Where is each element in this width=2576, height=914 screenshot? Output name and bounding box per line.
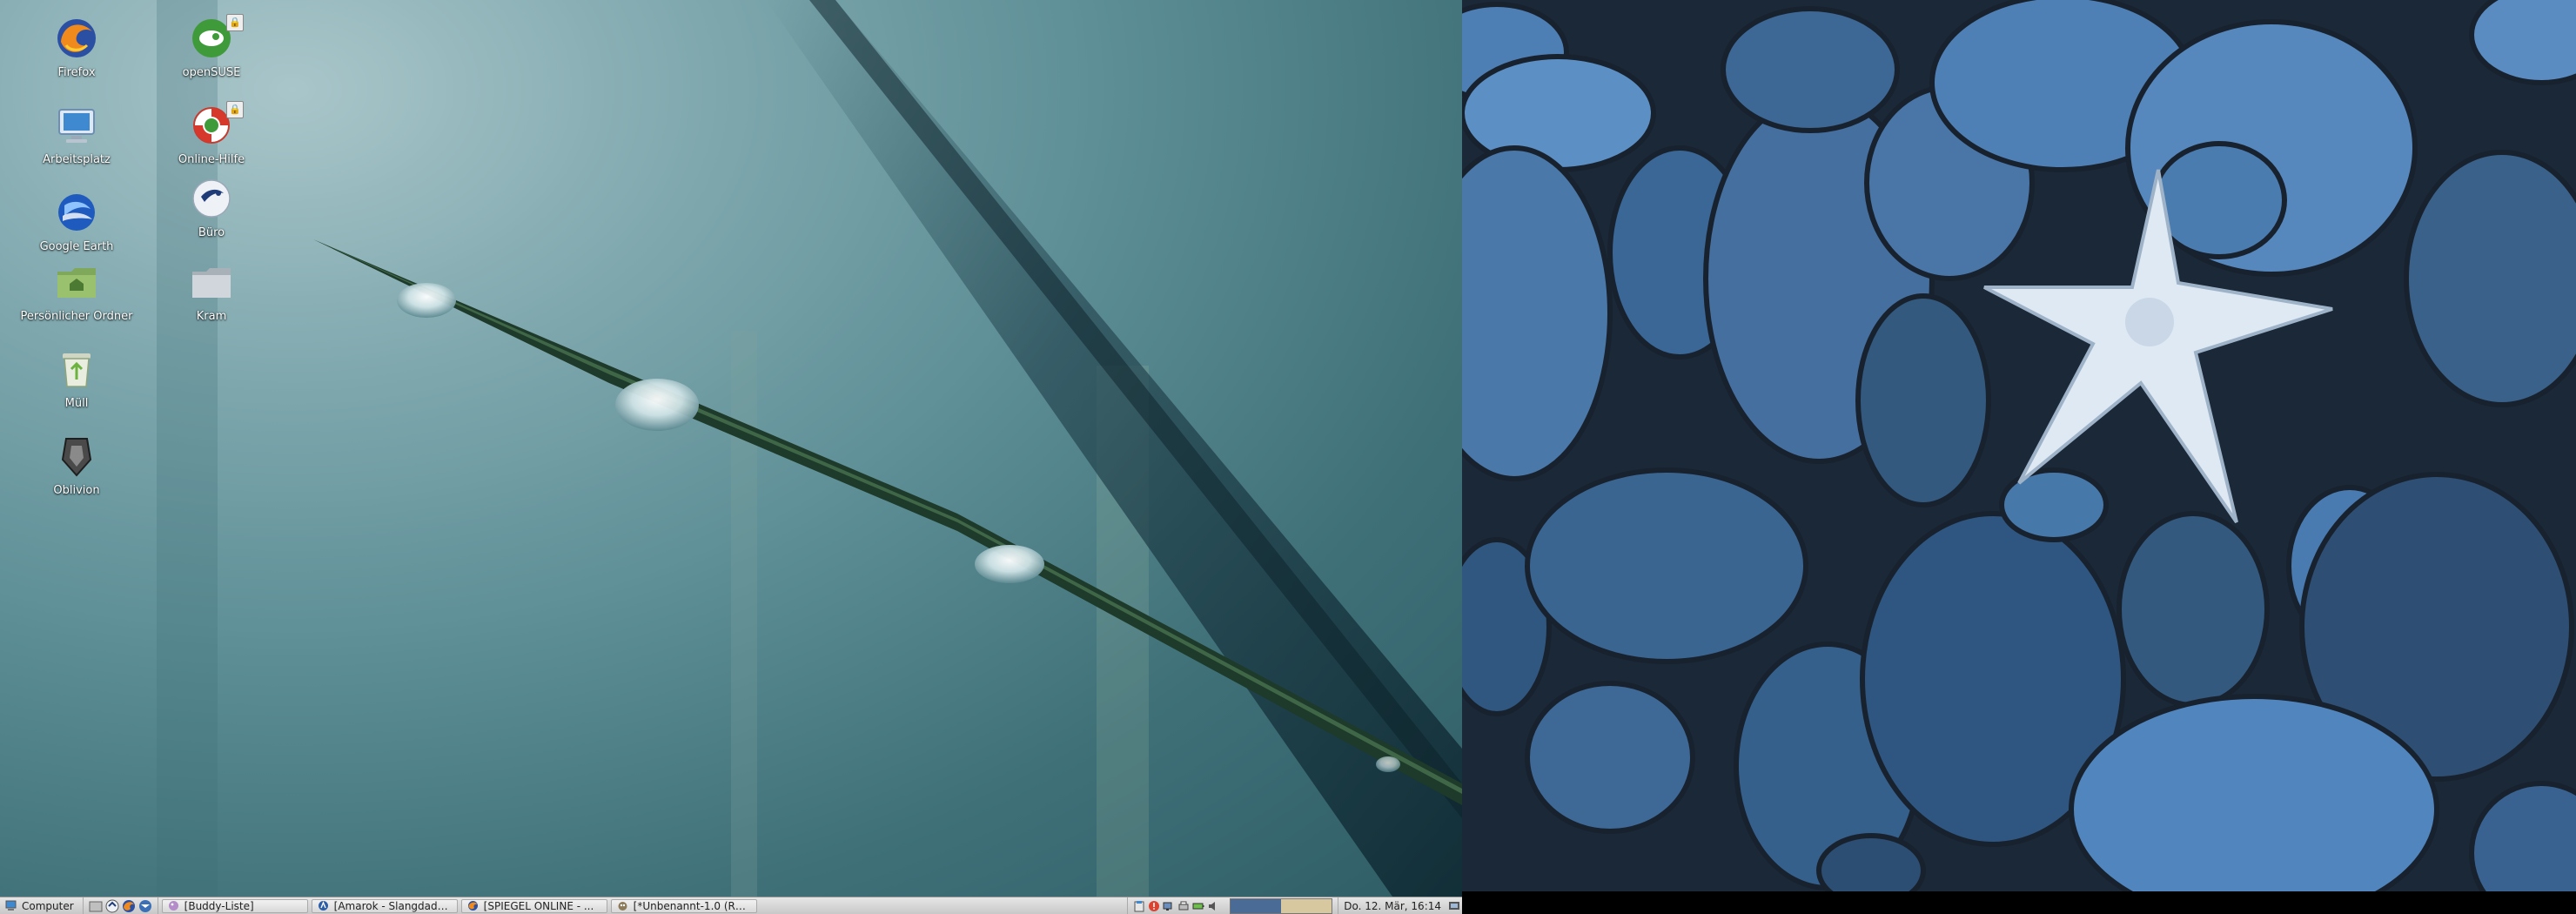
desktop-icon-label: openSUSE bbox=[182, 66, 241, 79]
quick-launch-bar bbox=[84, 897, 158, 914]
desktop-icon-persoenlicher-ordner[interactable]: Persönlicher Ordner bbox=[11, 259, 142, 323]
office-icon bbox=[192, 179, 231, 218]
desktop-icon-label: Büro bbox=[198, 226, 225, 239]
desktop-icon-label: Online-Hilfe bbox=[178, 153, 245, 166]
desktop-icon-label: Müll bbox=[64, 397, 89, 410]
desktop-icon-oblivion[interactable]: Oblivion bbox=[11, 433, 142, 497]
desktop-icon-label: Arbeitsplatz bbox=[43, 153, 111, 166]
desktop-icon-google-earth[interactable]: Google Earth bbox=[11, 190, 142, 253]
computer-menu-button[interactable]: Computer bbox=[0, 897, 84, 914]
firefox-icon bbox=[57, 19, 96, 57]
office-icon[interactable] bbox=[105, 899, 119, 913]
task-label: [SPIEGEL ONLINE - ... bbox=[483, 899, 594, 912]
amarok-icon bbox=[318, 901, 328, 911]
battery-icon[interactable] bbox=[1192, 900, 1204, 912]
gimp-icon bbox=[618, 902, 627, 911]
desktop-icon-firefox[interactable]: Firefox bbox=[11, 16, 142, 79]
firefox-icon[interactable] bbox=[122, 899, 136, 913]
taskbar-clock[interactable]: Do. 12. Mär, 16:14 bbox=[1338, 897, 1446, 914]
clipboard-icon[interactable] bbox=[1133, 900, 1145, 912]
home-folder-icon bbox=[57, 268, 96, 298]
file-manager-icon[interactable] bbox=[89, 899, 103, 913]
google-earth-icon bbox=[58, 194, 95, 231]
task-buddy-liste[interactable]: [Buddy-Liste] bbox=[161, 898, 308, 913]
firefox-icon bbox=[467, 901, 478, 911]
task-label: [*Unbenannt-1.0 (RGB... bbox=[633, 899, 751, 912]
system-tray bbox=[1127, 897, 1224, 914]
desktop-right-wallpaper bbox=[1462, 0, 2576, 891]
clock-text: Do. 12. Mär, 16:14 bbox=[1344, 899, 1441, 912]
desktop-icon-label: Kram bbox=[196, 310, 227, 323]
task-spiegel-online[interactable]: [SPIEGEL ONLINE - ... bbox=[460, 898, 607, 913]
computer-icon bbox=[5, 900, 17, 911]
desktop-icon-online-hilfe[interactable]: 🔒 Online-Hilfe bbox=[146, 101, 277, 166]
update-alert-icon[interactable] bbox=[1148, 900, 1160, 912]
pidgin-icon bbox=[168, 901, 178, 911]
workspace-pager bbox=[1230, 897, 1333, 914]
network-icon[interactable] bbox=[1163, 900, 1175, 912]
desktop-icon-opensuse[interactable]: 🔒 openSUSE bbox=[146, 14, 277, 79]
computer-icon bbox=[58, 109, 95, 143]
desktop-icon-buero[interactable]: Büro bbox=[146, 176, 277, 239]
task-amarok[interactable]: [Amarok - Slangdadd... bbox=[311, 898, 458, 913]
workspace-2[interactable] bbox=[1281, 898, 1332, 913]
screen-gap bbox=[1462, 891, 2576, 914]
show-desktop-icon bbox=[1449, 901, 1459, 910]
taskbar: Computer [Buddy-Liste] [Amarok - Slangda… bbox=[0, 897, 1462, 914]
desktop-icon-label: Oblivion bbox=[53, 484, 100, 497]
task-label: [Amarok - Slangdadd... bbox=[333, 899, 452, 912]
desktop-icon-label: Persönlicher Ordner bbox=[20, 310, 133, 323]
folder-icon bbox=[192, 268, 231, 298]
pebbles-starfish-wallpaper bbox=[1462, 0, 2576, 891]
show-desktop-button[interactable] bbox=[1446, 899, 1462, 913]
desktop-left-wallpaper: Firefox 🔒 openSUSE Arbeitsplatz 🔒 Online… bbox=[0, 0, 1462, 897]
trash-icon bbox=[63, 353, 91, 387]
desktop-icon-arbeitsplatz[interactable]: Arbeitsplatz bbox=[11, 103, 142, 166]
lock-icon: 🔒 bbox=[226, 101, 244, 118]
task-label: [Buddy-Liste] bbox=[184, 899, 254, 912]
volume-icon[interactable] bbox=[1207, 900, 1219, 912]
desktop-icon-label: Firefox bbox=[57, 66, 96, 79]
printer-icon[interactable] bbox=[1177, 900, 1190, 912]
workspace-1[interactable] bbox=[1231, 898, 1282, 913]
task-gimp[interactable]: [*Unbenannt-1.0 (RGB... bbox=[610, 898, 757, 913]
desktop-icon-kram[interactable]: Kram bbox=[146, 259, 277, 323]
desktop-icon-label: Google Earth bbox=[39, 240, 114, 253]
thunderbird-icon[interactable] bbox=[138, 899, 152, 913]
lock-icon: 🔒 bbox=[226, 14, 244, 31]
computer-menu-label: Computer bbox=[22, 899, 74, 912]
desktop-icon-muell[interactable]: Müll bbox=[11, 346, 142, 410]
oblivion-icon bbox=[61, 438, 92, 477]
